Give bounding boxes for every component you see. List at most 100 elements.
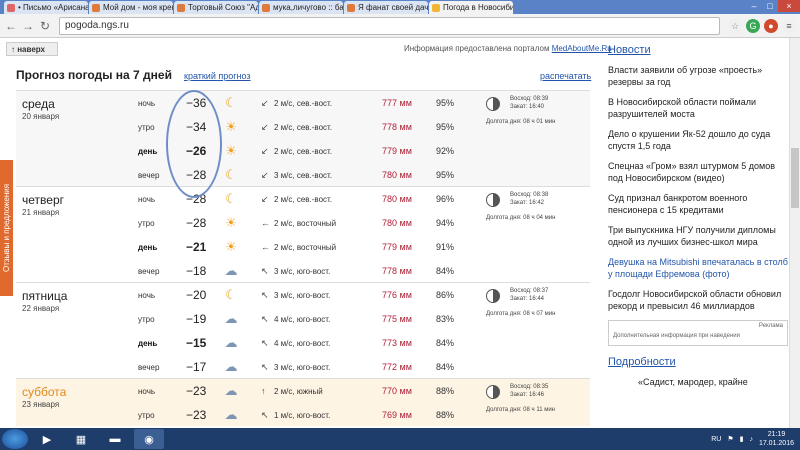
browser-tab-active[interactable]: Погода в Новосибирске× [429, 1, 513, 14]
wind: 4 м/с, юго-вост. [274, 314, 331, 324]
menu-icon[interactable]: ≡ [782, 18, 796, 33]
forecast-row: утро −23 ☁ ↖ 1 м/с, юго-вост. 769 мм 88% [16, 403, 590, 427]
page-title: Прогноз погоды на 7 дней [16, 68, 172, 82]
clock[interactable]: 21:19 17.01.2016 [759, 430, 794, 448]
period-label: ночь [138, 98, 156, 108]
period-label: ночь [138, 290, 156, 300]
humidity: 92% [436, 146, 455, 156]
forecast-row: день −15 ☁ ↖ 4 м/с, юго-вост. 773 мм 84% [16, 331, 590, 355]
back-to-top-button[interactable]: ↑ наверх [6, 42, 58, 56]
browser-tab[interactable]: Мой дом - моя крепость× [89, 1, 173, 14]
forecast-row: вечер −18 ☁ ↖ 3 м/с, юго-вост. 778 мм 84… [16, 259, 590, 283]
humidity: 88% [436, 410, 455, 420]
pressure: 778 мм [382, 266, 412, 276]
forecast-row: утро −34 ☀ ↙ 2 м/с, сев.-вост. 778 мм 95… [16, 115, 590, 139]
news-item[interactable]: Спецназ «Гром» взял штурмом 5 домов под … [608, 160, 788, 184]
day-block: среда 20 января Восход: 08:39 Закат: 16:4… [16, 90, 590, 186]
period-label: утро [138, 410, 155, 420]
temperature: −17 [186, 360, 207, 374]
provider-link[interactable]: MedAboutMe.Ru [552, 44, 612, 53]
ad-box[interactable]: Реклама Дополнительная информация при на… [608, 320, 788, 346]
humidity: 95% [436, 98, 455, 108]
mail-icon [7, 3, 15, 12]
period-label: вечер [138, 362, 160, 372]
clock-date: 17.01.2016 [758, 440, 794, 447]
details-heading[interactable]: Подробности [608, 356, 788, 368]
wind-arrow-icon: ↙ [261, 169, 269, 180]
forward-icon[interactable]: → [21, 19, 35, 33]
network-icon[interactable]: ▮ [740, 435, 744, 443]
short-forecast-link[interactable]: краткий прогноз [184, 71, 251, 81]
chrome-icon[interactable]: ◉ [134, 429, 164, 449]
start-button[interactable] [2, 429, 28, 449]
humidity: 95% [436, 170, 455, 180]
maximize-icon[interactable]: □ [762, 0, 778, 12]
tab-label: мука,личугово :: багира [273, 3, 343, 12]
wind-arrow-icon: ↖ [261, 289, 269, 300]
cloud-icon: ☁ [224, 311, 238, 326]
wind-arrow-icon: ↙ [261, 145, 269, 156]
wind-arrow-icon: ↖ [261, 337, 269, 348]
temperature: −23 [186, 384, 207, 398]
browser-tab[interactable]: Я фанат своей дачи- 17 р× [344, 1, 428, 14]
pressure: 778 мм [382, 122, 412, 132]
minimize-icon[interactable]: – [746, 0, 762, 12]
news-item[interactable]: В Новосибирской области поймали разрушит… [608, 96, 788, 120]
window-controls: – □ × [746, 0, 800, 14]
wind-arrow-icon: ↙ [261, 193, 269, 204]
extension-icon[interactable]: ● [764, 18, 778, 33]
back-icon[interactable]: ← [4, 19, 18, 33]
news-item[interactable]: Дело о крушении Як-52 дошло до суда спус… [608, 128, 788, 152]
cloud-icon: ☁ [224, 407, 238, 422]
pressure: 769 мм [382, 410, 412, 420]
language-indicator[interactable]: RU [711, 436, 721, 443]
feedback-tab[interactable]: Отзывы и предложения [0, 160, 13, 296]
pressure: 773 мм [382, 338, 412, 348]
volume-icon[interactable]: ♪ [749, 436, 753, 443]
wind-arrow-icon: ↑ [261, 386, 266, 396]
period-label: ночь [138, 386, 156, 396]
news-item[interactable]: Госдолг Новосибирской области обновил ре… [608, 288, 788, 312]
sun-icon: ☀ [225, 215, 237, 230]
news-item[interactable]: Три выпускника НГУ получили дипломы одно… [608, 224, 788, 248]
close-window-icon[interactable]: × [778, 0, 800, 12]
pressure: 779 мм [382, 146, 412, 156]
news-heading[interactable]: Новости [608, 44, 788, 56]
humidity: 88% [436, 386, 455, 396]
highlight-oval [166, 90, 222, 198]
sun-icon: ☀ [225, 119, 237, 134]
news-list: Власти заявили об угрозе «проесть» резер… [608, 64, 788, 312]
reload-icon[interactable]: ↻ [38, 19, 52, 33]
address-bar[interactable]: pogoda.ngs.ru [59, 16, 720, 35]
tab-label: Торговый Союз "Адикон [188, 3, 258, 12]
browser-tab[interactable]: мука,личугово :: багира× [259, 1, 343, 14]
news-item[interactable]: Суд признал банкротом военного пенсионер… [608, 192, 788, 216]
folder-icon[interactable]: ▬ [100, 429, 130, 449]
weather-icon [432, 3, 440, 12]
browser-tab[interactable]: Торговый Союз "Адикон× [174, 1, 258, 14]
clock-time: 21:19 [767, 431, 786, 438]
period-label: утро [138, 314, 155, 324]
temperature: −18 [186, 264, 207, 278]
scrollbar[interactable] [789, 38, 800, 428]
news-item[interactable]: Девушка на Mitsubishi впечаталась в стол… [608, 256, 788, 280]
news-item[interactable]: Власти заявили об угрозе «проесть» резер… [608, 64, 788, 88]
scrollbar-thumb[interactable] [791, 148, 799, 208]
print-link[interactable]: распечатать [540, 71, 591, 81]
extension-icon[interactable]: G [746, 18, 760, 33]
pressure: 777 мм [382, 98, 412, 108]
wind: 2 м/с, сев.-вост. [274, 146, 333, 156]
wind-arrow-icon: ↖ [261, 361, 269, 372]
media-player-icon[interactable]: ▶ [32, 429, 62, 449]
moon-icon: ☾ [225, 287, 237, 302]
day-block: суббота 23 января Восход: 08:35 Закат: 16… [16, 378, 590, 426]
sidebar: Новости Власти заявили об угрозе «проест… [608, 44, 788, 396]
forecast-row: ночь −20 ☾ ↖ 3 м/с, юго-вост. 776 мм 86% [16, 283, 590, 307]
browser-tab[interactable]: • Письмо «Арисана отел× [4, 1, 88, 14]
calculator-icon[interactable]: ▦ [66, 429, 96, 449]
wind-arrow-icon: ← [261, 242, 270, 252]
flag-icon[interactable]: ⚑ [727, 435, 733, 443]
details-item[interactable]: «Садист, мародер, крайне [608, 376, 788, 388]
star-icon[interactable]: ☆ [728, 18, 742, 33]
humidity: 84% [436, 362, 455, 372]
